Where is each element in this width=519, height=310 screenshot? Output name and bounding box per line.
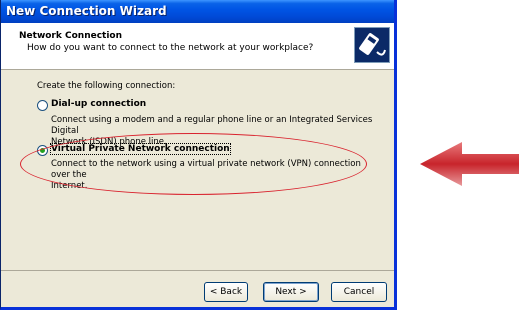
dial-up-label[interactable]: Dial-up connection bbox=[51, 99, 146, 109]
page-title: Network Connection bbox=[19, 31, 123, 41]
wizard-body: Create the following connection: Dial-up… bbox=[1, 70, 394, 270]
vpn-radio[interactable] bbox=[37, 145, 48, 156]
title-bar[interactable]: New Connection Wizard bbox=[1, 0, 394, 23]
network-connection-icon bbox=[354, 27, 390, 63]
cancel-button[interactable]: Cancel bbox=[331, 282, 387, 302]
vpn-description: Connect to the network using a virtual p… bbox=[51, 159, 381, 192]
vpn-label[interactable]: Virtual Private Network connection bbox=[50, 143, 231, 155]
dial-up-description-line1: Connect using a modem and a regular phon… bbox=[51, 115, 373, 136]
window-title: New Connection Wizard bbox=[6, 4, 167, 18]
new-connection-wizard-window: New Connection Wizard Network Connection… bbox=[0, 0, 397, 310]
next-button[interactable]: Next > bbox=[263, 282, 319, 302]
connection-prompt: Create the following connection: bbox=[37, 81, 176, 91]
page-subtitle: How do you want to connect to the networ… bbox=[27, 43, 314, 53]
vpn-description-line2: Internet. bbox=[51, 181, 88, 191]
back-button[interactable]: < Back bbox=[204, 282, 248, 302]
vpn-description-line1: Connect to the network using a virtual p… bbox=[51, 159, 361, 180]
footer-divider bbox=[1, 270, 394, 271]
wizard-header: Network Connection How do you want to co… bbox=[1, 23, 394, 70]
pointer-arrow-icon bbox=[420, 142, 519, 186]
dial-up-radio[interactable] bbox=[37, 100, 48, 111]
